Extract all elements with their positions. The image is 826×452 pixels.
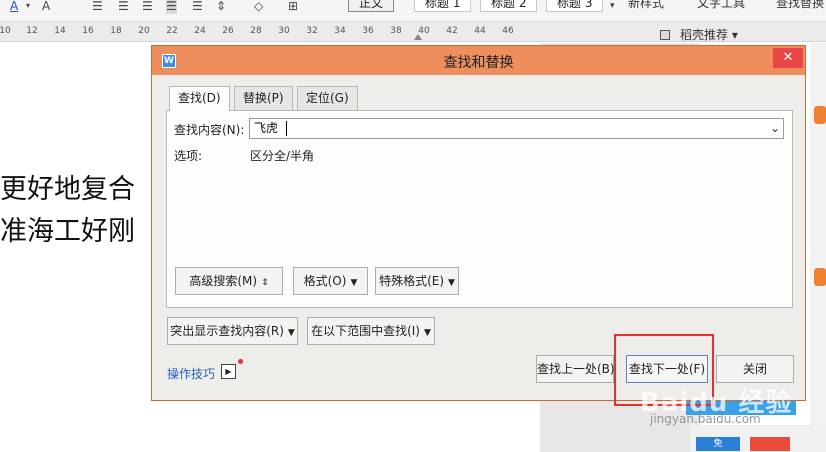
distribute-icon[interactable]: ☰	[192, 0, 203, 14]
ruler-tick: 36	[362, 26, 374, 36]
dialog-titlebar[interactable]: W 查找和替换 ✕	[152, 46, 805, 75]
ruler-tick: 32	[306, 26, 318, 36]
ruler-tick: 26	[222, 26, 234, 36]
find-content-label: 查找内容(N):	[174, 123, 245, 137]
document-text-line: 准海工好刚	[0, 216, 135, 247]
tab-find[interactable]: 查找(D)	[169, 86, 230, 111]
ad-caption	[694, 427, 814, 435]
font-icon[interactable]: A	[42, 0, 50, 14]
text-caret	[286, 121, 287, 136]
recommend-label: 稻壳推荐	[680, 28, 729, 42]
find-input[interactable]: 飞虎	[249, 118, 784, 139]
special-format-label: 特殊格式(E)	[379, 274, 445, 288]
ruler-tick: 12	[26, 26, 38, 36]
align-right-icon[interactable]: ☰	[142, 0, 153, 14]
side-toolbar	[810, 43, 826, 452]
styles-more-icon[interactable]: ▾	[610, 0, 615, 14]
shading-icon[interactable]: ◇	[254, 0, 263, 14]
align-left-icon[interactable]: ☰	[92, 0, 103, 14]
recommend-link[interactable]: 稻壳推荐 ▾	[662, 26, 738, 43]
side-tool-icon[interactable]	[814, 106, 826, 124]
ad-thumbnail[interactable]: 免	[696, 437, 740, 451]
find-previous-button[interactable]: 查找上一处(B)	[536, 355, 615, 383]
ruler-tick: 10	[0, 26, 11, 36]
document-text-line: 更好地复合	[0, 174, 135, 205]
highlight-found-label: 突出显示查找内容(R)	[170, 324, 284, 338]
format-button[interactable]: 格式(O) ▼	[293, 267, 368, 295]
ruler-tick: 28	[250, 26, 262, 36]
notification-dot	[238, 359, 243, 364]
chevron-down-icon[interactable]: ⌄	[768, 120, 782, 137]
chevron-down-icon: ▼	[448, 278, 455, 288]
special-format-button[interactable]: 特殊格式(E) ▼	[375, 267, 459, 295]
side-tool-icon[interactable]	[814, 268, 826, 286]
ruler-tick: 24	[194, 26, 206, 36]
ad-banner-red[interactable]	[750, 437, 790, 451]
tab-goto[interactable]: 定位(G)	[297, 86, 358, 110]
tab-replace[interactable]: 替换(P)	[234, 86, 293, 110]
expand-icon: ⇕	[261, 278, 269, 288]
dialog-title: 查找和替换	[443, 55, 514, 71]
justify-icon[interactable]: ☰	[166, 0, 177, 14]
advanced-search-button[interactable]: 高级搜索(M) ⇕	[175, 267, 283, 295]
chevron-down-icon: ▼	[350, 278, 358, 288]
style-heading-3[interactable]: 标题 3	[546, 0, 604, 12]
find-in-button[interactable]: 在以下范围中查找(I) ▼	[307, 317, 435, 345]
chevron-down-icon[interactable]: ▾	[26, 0, 30, 14]
ruler-tick: 34	[334, 26, 346, 36]
ruler-tick: 44	[474, 26, 486, 36]
style-normal[interactable]: 正文	[348, 0, 395, 12]
new-style-button[interactable]: 新样式	[628, 0, 664, 10]
close-icon[interactable]: ✕	[773, 48, 803, 68]
ruler-tick: 30	[278, 26, 290, 36]
chevron-down-icon: ▼	[423, 328, 431, 338]
find-in-label: 在以下范围中查找(I)	[311, 324, 420, 338]
ruler-tick: 18	[110, 26, 122, 36]
highlight-found-button[interactable]: 突出显示查找内容(R) ▼	[167, 317, 298, 345]
style-heading-1[interactable]: 标题 1	[414, 0, 472, 12]
ruler-tick: 22	[166, 26, 178, 36]
video-icon[interactable]: ▶	[221, 364, 236, 379]
format-label: 格式(O)	[303, 274, 347, 288]
watermark-subtext: jingyan.baidu.com	[650, 412, 761, 426]
ruler-tick: 20	[138, 26, 150, 36]
tips-link[interactable]: 操作技巧	[167, 365, 215, 382]
align-center-icon[interactable]: ☰	[118, 0, 129, 14]
ruler-tick: 42	[446, 26, 458, 36]
font-color-icon[interactable]: A	[10, 0, 18, 14]
chevron-down-icon: ▼	[287, 328, 295, 338]
style-heading-2[interactable]: 标题 2	[480, 0, 538, 12]
line-spacing-icon[interactable]: ⇕	[216, 0, 226, 14]
close-button[interactable]: 关闭	[716, 355, 794, 383]
text-tool-button[interactable]: 文字工具	[697, 0, 745, 10]
ruler-tick: 38	[390, 26, 402, 36]
options-value: 区分全/半角	[250, 149, 315, 163]
border-icon[interactable]: ⊞	[288, 0, 298, 14]
ribbon-toolbar: A ▾ A ☰ ☰ ☰ ☰ ☰ ⇕ ◇ ⊞ 正文 标题 1 标题 2 标题 3 …	[0, 0, 826, 22]
ruler-tick: 46	[502, 26, 514, 36]
options-label: 选项:	[174, 149, 203, 163]
ruler-tick: 14	[54, 26, 66, 36]
advanced-search-label: 高级搜索(M)	[189, 274, 258, 288]
find-replace-button[interactable]: 查找替换	[776, 0, 824, 10]
ruler-tick: 16	[82, 26, 94, 36]
indent-marker[interactable]	[414, 34, 422, 40]
